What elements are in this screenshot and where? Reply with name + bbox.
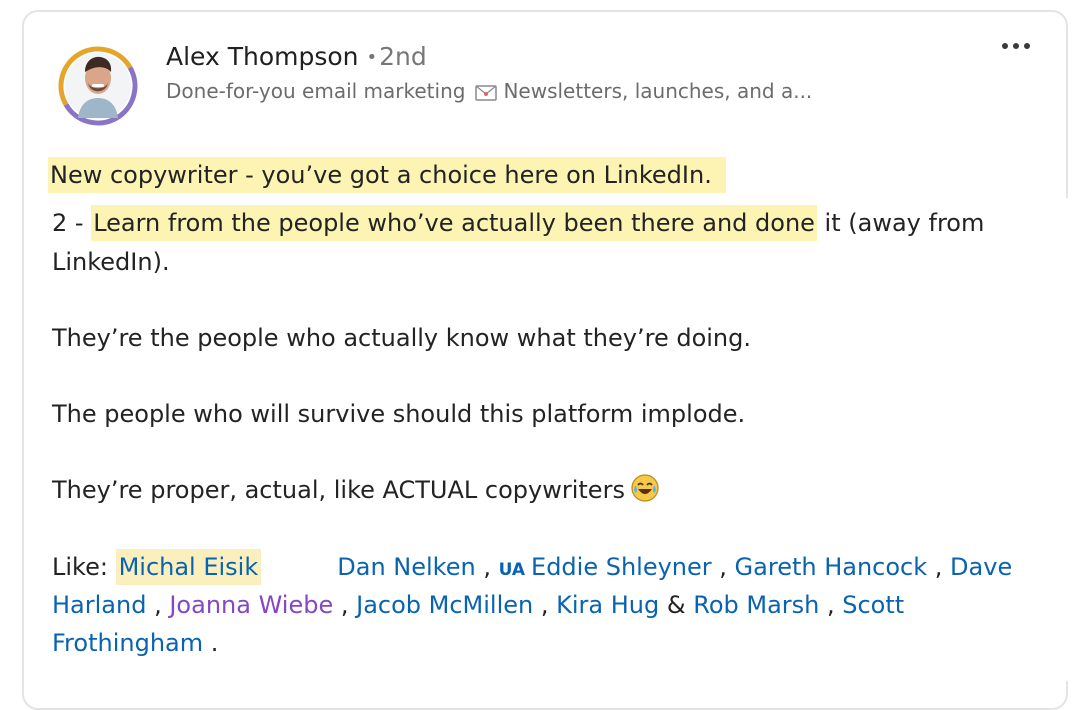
mention-kira-hug[interactable]: Kira Hug [556, 591, 659, 619]
mention-eddie-shleyner[interactable]: Eddie Shleyner [531, 553, 712, 581]
mention-joanna-wiebe[interactable]: Joanna Wiebe [169, 591, 333, 619]
ua-flag-label: UA [498, 560, 526, 580]
mention-scott-frothingham-part1[interactable]: Scott [842, 591, 904, 619]
avatar[interactable] [58, 40, 138, 128]
body-line-2: 2 - Learn from the people who’ve actuall… [52, 204, 984, 242]
mentions-line-2: Harland , Joanna Wiebe , Jacob McMillen … [52, 586, 904, 624]
line6-text: They’re proper, actual, like ACTUAL copy… [52, 476, 625, 504]
mention-scott-frothingham-part2[interactable]: Frothingham [52, 629, 203, 657]
laughing-emoji-icon [631, 474, 659, 513]
line2-suffix: it (away from [816, 209, 985, 237]
mention-jacob-mcmillen[interactable]: Jacob McMillen [356, 591, 533, 619]
highlight-line-2: Learn from the people who’ve actually be… [91, 205, 817, 241]
sep: , [475, 553, 499, 581]
separator-dot: • [366, 47, 378, 68]
body-line-6: They’re proper, actual, like ACTUAL copy… [52, 471, 659, 513]
highlight-line-1: New copywriter - you’ve got a choice her… [48, 157, 726, 193]
more-options-icon[interactable] [1002, 40, 1030, 52]
sep-amp: & [659, 591, 694, 619]
mentions-line-1: Like: Michal Eisik Dan Nelken , UA Eddie S… [52, 548, 1012, 589]
headline-part1: Done-for-you email marketing [166, 79, 466, 103]
mention-dave-harland-part1[interactable]: Dave [950, 553, 1012, 581]
mentions-line-3: Frothingham . [52, 624, 218, 662]
line2-prefix: 2 - [52, 209, 92, 237]
envelope-icon [475, 80, 498, 108]
body-line-1: New copywriter - you’ve got a choice her… [48, 156, 726, 194]
sep: , [819, 591, 843, 619]
body-line-3: LinkedIn). [52, 248, 170, 276]
body-line-4: They’re the people who actually know wha… [52, 324, 751, 352]
mention-rob-marsh[interactable]: Rob Marsh [693, 591, 819, 619]
mention-dan-nelken[interactable]: Dan Nelken [337, 553, 475, 581]
sep: , [333, 591, 357, 619]
sep: , [711, 553, 735, 581]
body-line-5: The people who will survive should this … [52, 400, 746, 428]
mention-dave-harland-part2[interactable]: Harland [52, 591, 146, 619]
mention-michal-eisik[interactable]: Michal Eisik [115, 549, 262, 585]
sep: , [927, 553, 951, 581]
like-label: Like: [52, 553, 116, 581]
author-line: Alex Thompson •2nd [166, 42, 427, 73]
sep: , [146, 591, 170, 619]
author-headline: Done-for-you email marketing Newsletters,… [166, 77, 812, 108]
final-period: . [203, 629, 219, 657]
author-name[interactable]: Alex Thompson [166, 42, 359, 71]
sep: , [533, 591, 557, 619]
mention-gareth-hancock[interactable]: Gareth Hancock [735, 553, 928, 581]
headline-part2: Newsletters, launches, and a... [503, 79, 813, 103]
connection-degree: 2nd [379, 42, 427, 71]
